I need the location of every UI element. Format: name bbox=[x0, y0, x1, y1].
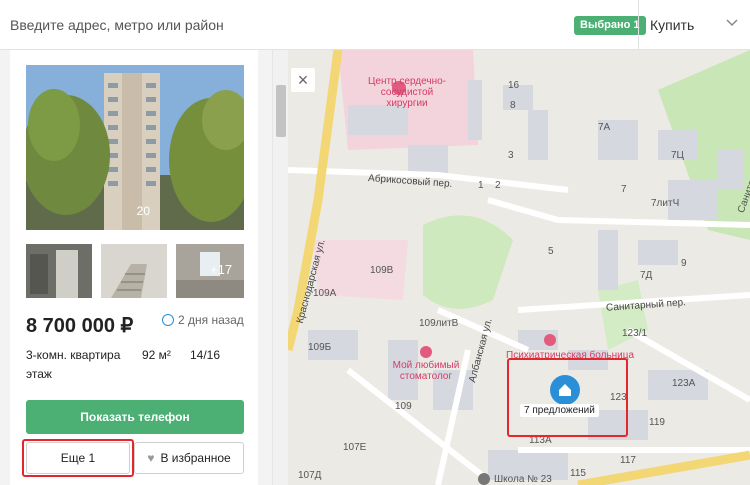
map-house-109: 109 bbox=[395, 401, 412, 412]
map-house-109litv: 109литВ bbox=[419, 318, 459, 329]
map-house-1: 1 bbox=[478, 180, 484, 191]
scrollbar-thumb[interactable] bbox=[276, 85, 286, 137]
map-view[interactable]: × Центр сердечно- сосудистой хирургии Аб… bbox=[288, 50, 750, 485]
deal-type-label: Купить bbox=[650, 17, 695, 33]
house-cluster-icon[interactable] bbox=[550, 375, 580, 405]
map-house-107e: 107Е bbox=[343, 442, 367, 453]
more-photos-count: +17 bbox=[210, 262, 233, 277]
selected-count-badge[interactable]: Выбрано 1 bbox=[574, 16, 646, 35]
favorite-label: В избранное bbox=[160, 451, 231, 465]
close-map-button[interactable]: × bbox=[291, 68, 315, 92]
map-house-109a: 109А bbox=[313, 288, 337, 299]
photo-count: 20 bbox=[136, 204, 150, 218]
map-house-7d: 7Д bbox=[640, 270, 653, 281]
map-house-123-1: 123/1 bbox=[622, 328, 648, 339]
map-house-7a: 7А bbox=[598, 122, 611, 133]
map-house-3: 3 bbox=[508, 150, 514, 161]
top-search-bar: Выбрано 1 Купить bbox=[0, 0, 750, 50]
map-house-7: 7 bbox=[621, 184, 627, 195]
area-info: 92 м² bbox=[142, 348, 171, 362]
map-house-113a: 113А bbox=[529, 435, 552, 446]
map-house-107d: 107Д bbox=[298, 470, 322, 481]
posted-time: 2 дня назад bbox=[162, 313, 244, 327]
map-house-117: 117 bbox=[620, 455, 636, 466]
map-label-cardio-center[interactable]: Центр сердечно- сосудистой хирургии bbox=[352, 76, 462, 109]
add-favorite-button[interactable]: ♥ В избранное bbox=[134, 442, 244, 474]
posted-time-text: 2 дня назад bbox=[178, 313, 244, 327]
building-photo bbox=[26, 65, 244, 230]
listing-card[interactable]: 20 +17 8 700 000 ₽ 2 дня назад 3-комн. к… bbox=[10, 50, 258, 485]
panel-scrollbar[interactable] bbox=[272, 50, 288, 485]
clock-icon bbox=[162, 314, 174, 326]
map-house-7ts: 7Ц bbox=[671, 150, 684, 161]
map-house-7litch: 7литЧ bbox=[651, 198, 680, 209]
map-house-109b: 109Б bbox=[308, 342, 332, 353]
floor-info: 14/16 bbox=[190, 348, 221, 362]
deal-type-select[interactable]: Купить bbox=[638, 0, 750, 50]
thumbnail-1[interactable] bbox=[26, 244, 92, 298]
map-label-dentist[interactable]: Мой любимый стоматолог bbox=[386, 360, 466, 382]
map-house-8: 8 bbox=[510, 100, 516, 111]
map-house-2: 2 bbox=[495, 180, 501, 191]
more-listings-button[interactable]: Еще 1 bbox=[26, 442, 130, 474]
map-house-109v: 109В bbox=[370, 265, 394, 276]
map-house-123: 123 bbox=[610, 392, 627, 403]
listing-panel: 20 +17 8 700 000 ₽ 2 дня назад 3-комн. к… bbox=[0, 50, 272, 485]
heart-icon: ♥ bbox=[147, 451, 155, 465]
floor-label: этаж bbox=[26, 367, 52, 381]
map-label-school[interactable]: Школа № 23 bbox=[494, 474, 552, 485]
chevron-down-icon bbox=[726, 19, 738, 27]
thumbnail-2[interactable] bbox=[101, 244, 167, 298]
address-search-input[interactable] bbox=[10, 14, 550, 36]
map-house-115: 115 bbox=[570, 468, 586, 479]
main-photo[interactable]: 20 bbox=[26, 65, 244, 230]
map-house-16: 16 bbox=[508, 80, 520, 91]
map-house-119: 119 bbox=[649, 417, 665, 428]
map-house-9: 9 bbox=[681, 258, 687, 269]
listing-price: 8 700 000 ₽ bbox=[26, 315, 134, 337]
house-icon bbox=[559, 384, 571, 396]
map-label-psych-hospital[interactable]: Психиатрическая больница bbox=[506, 350, 634, 361]
map-house-5: 5 bbox=[548, 246, 554, 257]
map-house-123a: 123А bbox=[672, 378, 696, 389]
rooms-info: 3-комн. квартира bbox=[26, 348, 121, 362]
thumbnail-3[interactable]: +17 bbox=[176, 244, 244, 298]
cluster-offers-label[interactable]: 7 предложений bbox=[520, 404, 599, 417]
show-phone-button[interactable]: Показать телефон bbox=[26, 400, 244, 434]
